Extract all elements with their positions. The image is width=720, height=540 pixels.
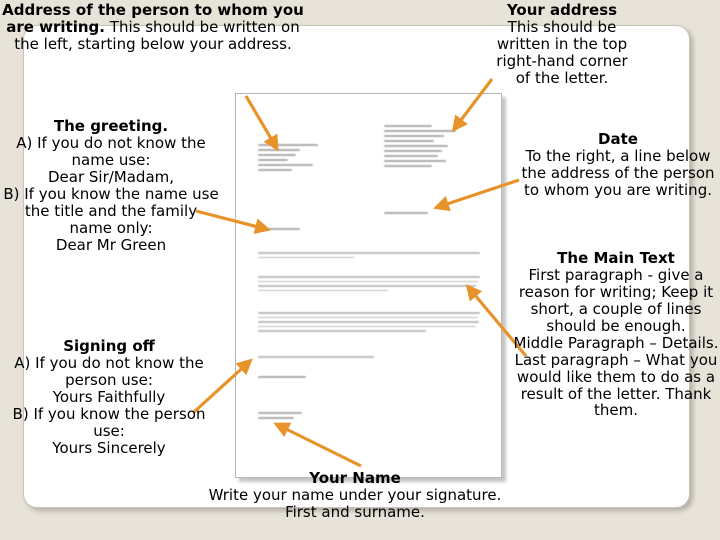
caption-main-text-heading: The Main Text (557, 249, 675, 267)
doc-sender-address (384, 125, 460, 170)
doc-middle-paragraph (258, 276, 482, 294)
caption-your-name-heading: Your Name (309, 469, 401, 487)
caption-your-address-heading: Your address (506, 1, 618, 19)
doc-sign-off (258, 376, 328, 381)
caption-your-address: Your address This should be written in t… (494, 2, 630, 87)
doc-greeting (258, 228, 318, 233)
caption-main-text-body: First paragraph - give a reason for writ… (513, 265, 719, 420)
letter-document-image (235, 93, 502, 478)
caption-your-name: Your Name Write your name under your sig… (185, 470, 525, 521)
caption-date: Date To the right, a line below the addr… (516, 131, 720, 199)
caption-greeting-body: A) If you do not know the name use: Dear… (3, 133, 219, 254)
caption-signing-off-heading: Signing off (63, 337, 155, 355)
doc-signature-name (258, 412, 328, 422)
caption-your-name-body: Write your name under your signature. Fi… (208, 485, 502, 521)
doc-first-paragraph (258, 252, 482, 261)
caption-date-heading: Date (598, 130, 638, 148)
caption-greeting-heading: The greeting. (53, 117, 169, 135)
caption-main-text: The Main Text First paragraph - give a r… (512, 250, 720, 419)
doc-closing-line (258, 356, 378, 361)
doc-recipient-address (258, 144, 338, 174)
caption-your-address-body: This should be written in the top right-… (496, 17, 628, 87)
caption-signing-off: Signing off A) If you do not know the pe… (0, 338, 218, 457)
doc-third-paragraph (258, 312, 482, 335)
caption-recipient-address: Address of the person to whom you are wr… (2, 2, 304, 53)
caption-greeting: The greeting. A) If you do not know the … (2, 118, 220, 254)
doc-date (384, 212, 444, 217)
caption-signing-off-body: A) If you do not know the person use: Yo… (12, 353, 206, 457)
caption-date-body: To the right, a line below the address o… (521, 146, 715, 199)
